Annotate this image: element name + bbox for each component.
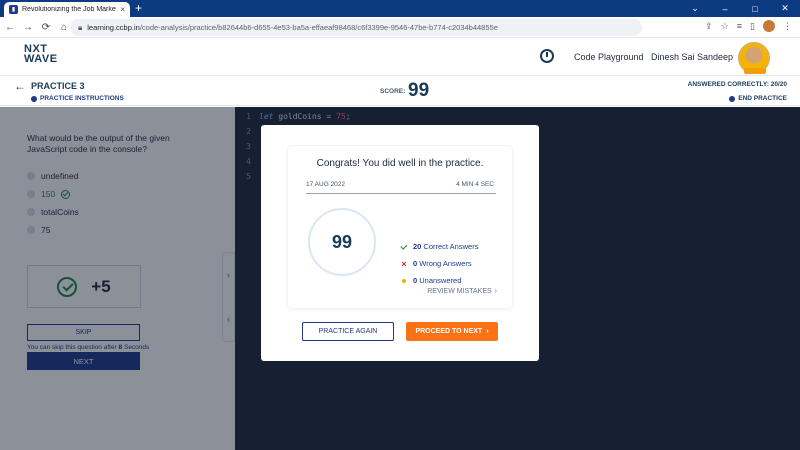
window-controls: ⌄ – □ ✕ (680, 0, 800, 17)
practice-date: 17 AUG 2022 (306, 181, 346, 188)
tab-close-icon[interactable]: × (120, 5, 125, 14)
cross-icon: × (401, 258, 407, 269)
end-icon (729, 95, 736, 102)
result-modal: Congrats! You did well in the practice. … (261, 125, 539, 361)
menu-icon[interactable]: ⋮ (783, 21, 792, 32)
playlist-icon[interactable]: ≡ (737, 21, 742, 31)
info-icon (31, 95, 37, 102)
chevron-right-icon: › (486, 328, 489, 335)
wrong-answers-stat: × 0 Wrong Answers (401, 258, 472, 269)
score-value: 99 (408, 80, 430, 101)
avatar-badge (744, 68, 766, 74)
dot-icon (400, 279, 408, 283)
maximize-icon[interactable]: □ (740, 4, 770, 14)
url-text: learning.ccbp.in/code-analysis/practice/… (87, 23, 498, 32)
back-arrow-icon[interactable]: ← (14, 79, 26, 93)
divider (306, 193, 496, 194)
new-tab-button[interactable]: + (135, 1, 142, 15)
sidepanel-icon[interactable]: ▯ (750, 21, 755, 32)
browser-tabstrip: ▮ Revolutionizing the Job Market | × + ⌄… (0, 0, 800, 17)
minimize-icon[interactable]: – (710, 4, 740, 14)
user-name: Dinesh Sai Sandeep (651, 52, 734, 62)
share-icon[interactable]: ⇪ (705, 21, 713, 32)
close-window-icon[interactable]: ✕ (770, 3, 800, 14)
proceed-to-next-button[interactable]: PROCEED TO NEXT › (406, 322, 498, 341)
practice-title: PRACTICE 3 (31, 81, 85, 91)
result-card: Congrats! You did well in the practice. … (288, 146, 512, 308)
score-circle: 99 (308, 208, 376, 276)
nxtwave-logo[interactable]: NXT WAVE (24, 44, 58, 65)
review-mistakes-link[interactable]: REVIEW MISTAKES › (427, 288, 497, 295)
congrats-text: Congrats! You did well in the practice. (316, 158, 484, 169)
browser-profile-icon[interactable] (763, 20, 775, 32)
practice-duration: 4 MIN 4 SEC (456, 181, 494, 188)
practice-again-button[interactable]: PRACTICE AGAIN (302, 322, 394, 341)
browser-tab[interactable]: ▮ Revolutionizing the Job Market | × (4, 2, 130, 17)
browser-toolbar: ← → ⟳ ⌂ 🔒︎ learning.ccbp.in/code-analysi… (0, 17, 800, 38)
answered-correctly: ANSWERED CORRECTLY: 20/20 (687, 81, 787, 88)
app-header: NXT WAVE Code Playground Dinesh Sai Sand… (0, 38, 800, 76)
timer-icon (540, 49, 554, 63)
lock-icon: 🔒︎ (78, 22, 83, 32)
browser-extension-icons: ⇪ ☆ ≡ ▯ ⋮ (705, 20, 792, 32)
back-icon[interactable]: ← (2, 22, 18, 33)
unanswered-stat: 0 Unanswered (400, 276, 461, 285)
correct-answers-stat: 20 Correct Answers (400, 242, 478, 251)
forward-icon[interactable]: → (20, 22, 36, 33)
code-playground-link[interactable]: Code Playground (574, 52, 644, 62)
practice-instructions-link[interactable]: PRACTICE INSTRUCTIONS (31, 95, 124, 102)
check-icon (400, 244, 408, 250)
tab-title: Revolutionizing the Job Market | (22, 6, 117, 13)
tab-search-icon[interactable]: ⌄ (680, 3, 710, 14)
practice-bar: ← PRACTICE 3 PRACTICE INSTRUCTIONS SCORE… (0, 76, 800, 106)
reload-icon[interactable]: ⟳ (38, 22, 54, 33)
score-label: SCORE: (380, 88, 406, 95)
address-bar[interactable]: 🔒︎ learning.ccbp.in/code-analysis/practi… (70, 19, 642, 36)
end-practice-button[interactable]: END PRACTICE (729, 95, 787, 102)
chevron-right-icon: › (494, 288, 497, 295)
site-favicon-icon: ▮ (9, 5, 18, 14)
bookmark-icon[interactable]: ☆ (721, 21, 729, 32)
avatar[interactable] (738, 42, 770, 74)
